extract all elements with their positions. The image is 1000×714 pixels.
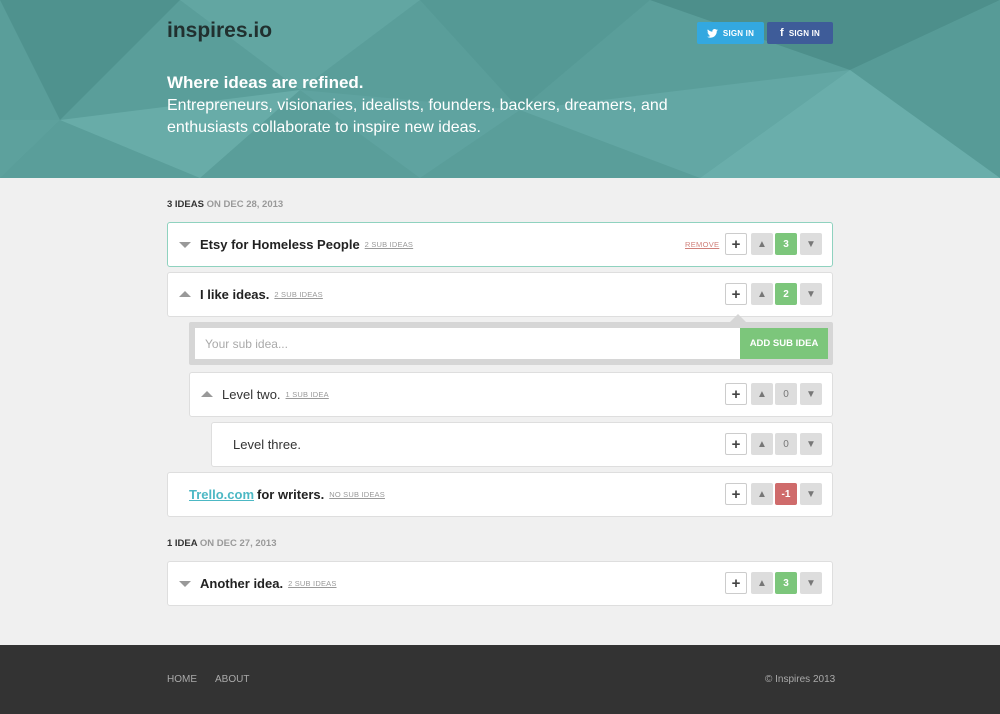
idea-external-link[interactable]: Trello.com: [189, 487, 254, 502]
footer: HOME ABOUT © Inspires 2013: [0, 645, 1000, 714]
footer-home-link[interactable]: HOME: [167, 674, 197, 685]
score-badge: -1: [775, 483, 797, 505]
downvote-button[interactable]: ▼: [800, 283, 822, 305]
idea-title-wrap: Etsy for Homeless People 2 SUB IDEAS: [200, 223, 413, 266]
twitter-signin-button[interactable]: SIGN IN: [697, 22, 764, 44]
upvote-button[interactable]: ▲: [751, 433, 773, 455]
thumbs-down-icon: ▼: [806, 438, 816, 450]
idea-row[interactable]: Level two. 1 SUB IDEA + ▲ 0 ▼: [189, 372, 833, 417]
score-badge: 3: [775, 233, 797, 255]
sub-ideas-link[interactable]: 2 SUB IDEAS: [365, 240, 413, 249]
downvote-button[interactable]: ▼: [800, 383, 822, 405]
plus-icon: +: [731, 235, 741, 253]
downvote-button[interactable]: ▼: [800, 483, 822, 505]
thumbs-up-icon: ▲: [757, 577, 767, 589]
thumbs-up-icon: ▲: [757, 238, 767, 250]
idea-title-wrap: Another idea. 2 SUB IDEAS: [200, 562, 337, 605]
idea-title[interactable]: Level two.: [222, 387, 281, 402]
hero-subtitle: Entrepreneurs, visionaries, idealists, f…: [167, 97, 668, 136]
triangle-up-icon[interactable]: [201, 391, 213, 397]
downvote-button[interactable]: ▼: [800, 433, 822, 455]
plus-icon: +: [731, 485, 741, 503]
upvote-button[interactable]: ▲: [751, 283, 773, 305]
add-sub-idea-button[interactable]: +: [725, 283, 747, 305]
facebook-icon: f: [779, 27, 784, 39]
facebook-signin-button[interactable]: f SIGN IN: [767, 22, 833, 44]
group-count: 1 IDEA: [167, 538, 198, 549]
idea-title[interactable]: Level three.: [233, 437, 301, 452]
idea-title[interactable]: I like ideas.: [200, 287, 269, 302]
upvote-button[interactable]: ▲: [751, 483, 773, 505]
thumbs-up-icon: ▲: [757, 388, 767, 400]
idea-row[interactable]: Etsy for Homeless People 2 SUB IDEAS REM…: [167, 222, 833, 267]
idea-title-wrap: Level two. 1 SUB IDEA: [222, 373, 329, 416]
sub-ideas-link[interactable]: 2 SUB IDEAS: [274, 290, 322, 299]
upvote-button[interactable]: ▲: [751, 383, 773, 405]
idea-row[interactable]: I like ideas. 2 SUB IDEAS + ▲ 2 ▼: [167, 272, 833, 317]
score-badge: 0: [775, 383, 797, 405]
triangle-down-icon[interactable]: [179, 242, 191, 248]
thumbs-down-icon: ▼: [806, 388, 816, 400]
idea-row[interactable]: Trello.com for writers. NO SUB IDEAS + ▲…: [167, 472, 833, 517]
upvote-button[interactable]: ▲: [751, 572, 773, 594]
thumbs-down-icon: ▼: [806, 238, 816, 250]
twitter-signin-label: SIGN IN: [722, 28, 755, 38]
add-sub-idea-button[interactable]: +: [725, 433, 747, 455]
plus-icon: +: [731, 574, 741, 592]
thumbs-down-icon: ▼: [806, 577, 816, 589]
hero-tagline: Where ideas are refined.: [167, 73, 364, 92]
sub-idea-input[interactable]: [195, 328, 743, 359]
idea-row[interactable]: Another idea. 2 SUB IDEAS + ▲ 3 ▼: [167, 561, 833, 606]
remove-link[interactable]: REMOVE: [685, 240, 719, 249]
footer-about-link[interactable]: ABOUT: [215, 674, 249, 685]
thumbs-up-icon: ▲: [757, 438, 767, 450]
score-badge: 3: [775, 572, 797, 594]
score-badge: 2: [775, 283, 797, 305]
idea-title-wrap: Level three.: [233, 423, 301, 466]
hero-background: [0, 0, 1000, 178]
triangle-down-icon[interactable]: [179, 581, 191, 587]
plus-icon: +: [731, 385, 741, 403]
idea-title-wrap: Trello.com for writers. NO SUB IDEAS: [189, 473, 385, 516]
facebook-signin-label: SIGN IN: [788, 28, 821, 38]
sub-ideas-link[interactable]: 1 SUB IDEA: [286, 390, 329, 399]
thumbs-up-icon: ▲: [757, 288, 767, 300]
thumbs-down-icon: ▼: [806, 288, 816, 300]
form-caret: [730, 314, 746, 322]
footer-copyright: © Inspires 2013: [765, 674, 836, 685]
site-logo[interactable]: inspires.io: [167, 19, 272, 43]
plus-icon: +: [731, 435, 741, 453]
upvote-button[interactable]: ▲: [751, 233, 773, 255]
add-sub-idea-button[interactable]: +: [725, 483, 747, 505]
twitter-icon: [707, 28, 718, 38]
idea-title-wrap: I like ideas. 2 SUB IDEAS: [200, 273, 323, 316]
idea-title[interactable]: for writers.: [257, 487, 324, 502]
downvote-button[interactable]: ▼: [800, 572, 822, 594]
add-sub-idea-button[interactable]: +: [725, 572, 747, 594]
idea-row[interactable]: Level three. + ▲ 0 ▼: [211, 422, 833, 467]
group-heading: 1 IDEA ON DEC 27, 2013: [167, 538, 277, 549]
thumbs-down-icon: ▼: [806, 488, 816, 500]
score-badge: 0: [775, 433, 797, 455]
sub-idea-form: ADD SUB IDEA: [189, 314, 833, 365]
plus-icon: +: [731, 285, 741, 303]
group-heading: 3 IDEAS ON DEC 28, 2013: [167, 199, 283, 210]
add-sub-idea-button[interactable]: +: [725, 233, 747, 255]
sub-ideas-link[interactable]: 2 SUB IDEAS: [288, 579, 336, 588]
triangle-up-icon[interactable]: [179, 291, 191, 297]
idea-title[interactable]: Etsy for Homeless People: [200, 237, 360, 252]
hero-header: inspires.io SIGN IN f SIGN IN Where idea…: [0, 0, 1000, 178]
group-date: ON DEC 28, 2013: [206, 199, 284, 210]
add-sub-idea-button[interactable]: +: [725, 383, 747, 405]
group-date: ON DEC 27, 2013: [199, 538, 277, 549]
thumbs-up-icon: ▲: [757, 488, 767, 500]
idea-title[interactable]: Another idea.: [200, 576, 283, 591]
add-sub-idea-submit-button[interactable]: ADD SUB IDEA: [740, 328, 828, 359]
group-count: 3 IDEAS: [167, 199, 204, 210]
downvote-button[interactable]: ▼: [800, 233, 822, 255]
sub-ideas-link[interactable]: NO SUB IDEAS: [329, 490, 385, 499]
